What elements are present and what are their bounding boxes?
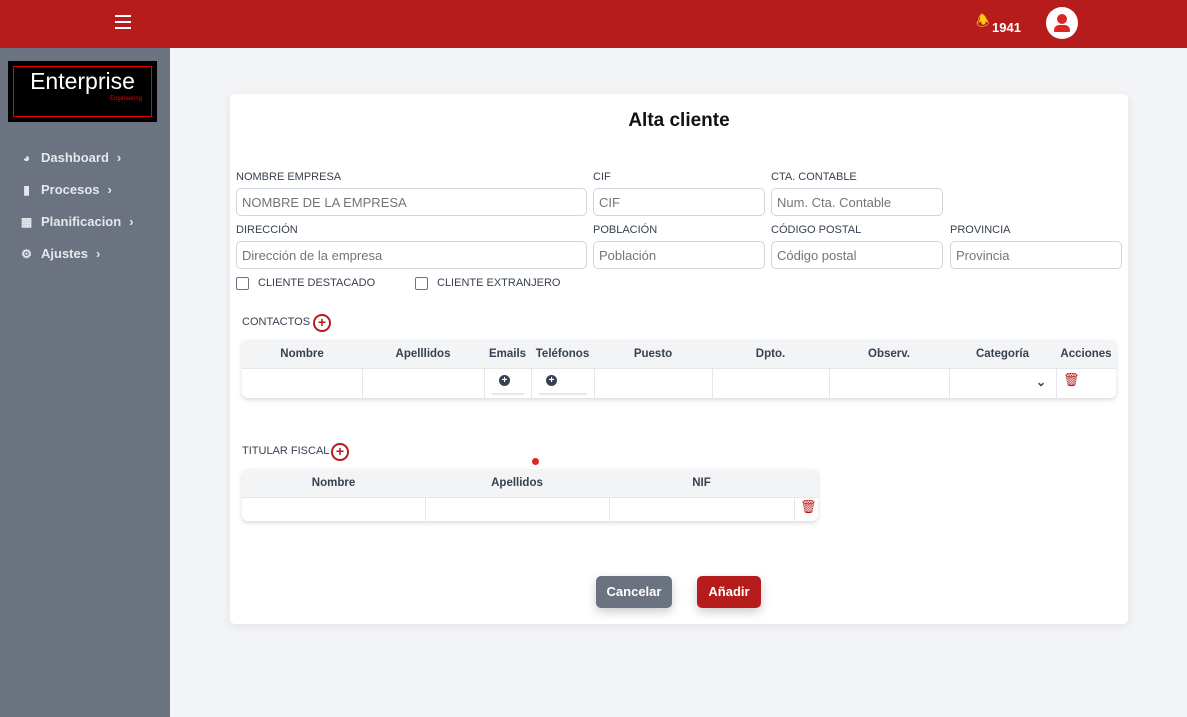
column-header: Apellidos (425, 469, 609, 497)
cliente-extranjero-label: CLIENTE EXTRANJERO (437, 277, 561, 289)
sidebar-item-dashboard[interactable]: ◕ Dashboard › (20, 150, 121, 165)
table-cell[interactable] (594, 368, 712, 398)
label-direccion: DIRECCIÓN (236, 224, 298, 236)
notification-count[interactable]: 1941 (992, 20, 1021, 35)
titular-fiscal-label: TITULAR FISCAL (242, 445, 330, 457)
top-bar: 🕭 1941 (0, 0, 1187, 48)
label-nombre-empresa: NOMBRE EMPRESA (236, 171, 342, 183)
table-cell[interactable] (609, 497, 794, 521)
add-contact-icon[interactable]: + (313, 314, 331, 332)
column-header: Apelllidos (362, 340, 484, 368)
form-card: Alta cliente NOMBRE EMPRESA CIF CTA. CON… (230, 94, 1128, 624)
table-cell[interactable] (362, 368, 484, 398)
sidebar-item-label: Dashboard (41, 150, 109, 165)
column-header: Puesto (594, 340, 712, 368)
chevron-right-icon: › (116, 150, 122, 165)
logo: Enterprise Engineering (8, 61, 157, 122)
column-header: Observ. (829, 340, 949, 368)
column-header: Categoría (949, 340, 1056, 368)
add-titular-icon[interactable]: + (331, 443, 349, 461)
column-header (794, 469, 818, 497)
column-header: Acciones (1056, 340, 1116, 368)
trash-icon[interactable]: 🗑 (800, 499, 817, 515)
gauge-icon: ◕ (22, 150, 31, 165)
sidebar-item-label: Ajustes (41, 246, 88, 261)
logo-title: Enterprise (30, 68, 135, 94)
sidebar-item-ajustes[interactable]: ⚙ Ajustes › (20, 246, 100, 261)
table-cell[interactable]: 🗑 (1056, 368, 1116, 398)
clipboard-icon: ▮ (23, 182, 30, 197)
label-provincia: PROVINCIA (950, 224, 1011, 236)
add-button[interactable]: Añadir (697, 576, 761, 608)
calendar-icon: ▦ (20, 214, 33, 229)
sidebar-item-label: Planificacion (41, 214, 122, 229)
logo-subtitle: Engineering (109, 96, 142, 102)
cancel-button[interactable]: Cancelar (596, 576, 672, 608)
label-poblacion: POBLACIÓN (593, 224, 658, 236)
add-circle-icon[interactable]: + (499, 375, 510, 386)
table-cell[interactable]: + (484, 368, 531, 398)
indicator-dot (532, 458, 539, 465)
user-avatar[interactable] (1046, 7, 1078, 39)
gears-icon: ⚙ (21, 246, 32, 261)
add-circle-icon[interactable]: + (546, 375, 557, 386)
table-cell[interactable]: 🗑 (794, 497, 818, 521)
hamburger-icon[interactable] (115, 15, 131, 29)
sidebar-item-procesos[interactable]: ▮ Procesos › (20, 182, 112, 197)
label-codigo-postal: CÓDIGO POSTAL (771, 224, 862, 236)
table-cell[interactable] (712, 368, 829, 398)
titular-table: Nombre Apellidos NIF 🗑 (242, 469, 818, 521)
column-header: Nombre (242, 340, 362, 368)
page-title: Alta cliente (628, 110, 730, 131)
label-cif: CIF (593, 171, 611, 183)
cif-input[interactable] (593, 188, 765, 216)
bell-icon[interactable]: 🕭 (976, 11, 989, 36)
cta-contable-input[interactable] (771, 188, 943, 216)
poblacion-input[interactable] (593, 241, 765, 269)
chevron-right-icon: › (107, 182, 112, 197)
table-cell[interactable] (829, 368, 949, 398)
label-cta-contable: CTA. CONTABLE (771, 171, 857, 183)
column-header: Nombre (242, 469, 425, 497)
sidebar (0, 48, 170, 717)
table-cell[interactable]: ⌄ (949, 368, 1056, 398)
cliente-extranjero-checkbox[interactable] (415, 277, 428, 290)
cliente-destacado-checkbox[interactable] (236, 277, 249, 290)
column-header: Emails (484, 340, 531, 368)
direccion-input[interactable] (236, 241, 587, 269)
nombre-empresa-input[interactable] (236, 188, 587, 216)
table-cell[interactable] (242, 368, 362, 398)
codigo-postal-input[interactable] (771, 241, 943, 269)
cliente-destacado-label: CLIENTE DESTACADO (258, 277, 376, 289)
column-header: Teléfonos (531, 340, 594, 368)
provincia-input[interactable] (950, 241, 1122, 269)
chevron-right-icon: › (95, 246, 101, 261)
contactos-label: CONTACTOS (242, 316, 311, 328)
table-cell[interactable]: + (531, 368, 594, 398)
table-cell[interactable] (425, 497, 609, 521)
sidebar-item-planificacion[interactable]: ▦ Planificacion › (20, 214, 134, 229)
column-header: Dpto. (712, 340, 829, 368)
user-icon (1057, 14, 1067, 24)
sidebar-item-label: Procesos (41, 182, 100, 197)
contacts-table: Nombre Apelllidos Emails + Teléfonos + Puesto D… (242, 340, 1116, 398)
table-cell[interactable] (242, 497, 425, 521)
trash-icon[interactable]: 🗑 (1063, 372, 1080, 388)
column-header: NIF (609, 469, 794, 497)
chevron-right-icon: › (129, 214, 134, 229)
chevron-down-icon[interactable]: ⌄ (1036, 375, 1046, 389)
